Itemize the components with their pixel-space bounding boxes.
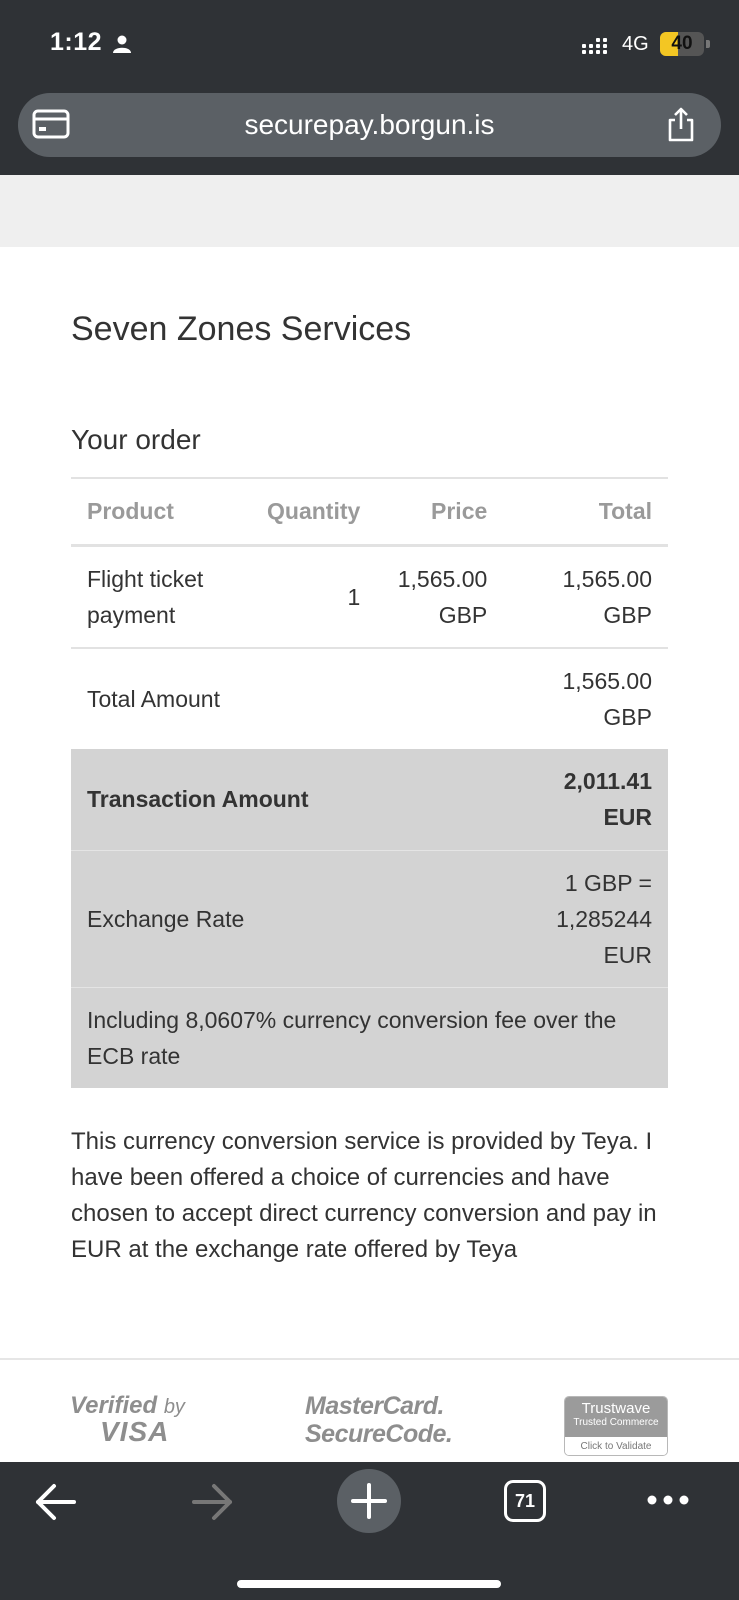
back-arrow-icon[interactable] [34,1480,78,1524]
status-time: 1:12 [50,28,103,56]
url-text[interactable]: securepay.borgun.is [18,93,721,157]
item-total: 1,565.00 GBP [503,545,668,649]
trustwave-validate-link[interactable]: Click to Validate [565,1437,667,1455]
order-table-header: Product Quantity Price Total [71,477,668,547]
home-indicator[interactable] [237,1580,501,1588]
column-header-quantity: Quantity [251,477,377,547]
browser-top-chrome: 1:12 4G 40 securepay.borgun.is [0,0,739,175]
transaction-amount-row: Transaction Amount 2,011.41 EUR [71,749,668,851]
address-bar[interactable]: securepay.borgun.is [18,93,721,157]
battery-icon: 40 [660,32,704,56]
footer-divider [0,1358,739,1360]
plus-icon [351,1483,387,1519]
table-row: Flight ticket payment 1 1,565.00 GBP 1,5… [71,545,668,649]
conversion-fee-row: Including 8,0607% currency conversion fe… [71,987,668,1088]
merchant-name: Seven Zones Services [71,310,412,348]
more-options-icon[interactable] [646,1488,690,1512]
dcc-disclaimer: This currency conversion service is prov… [71,1128,657,1263]
column-header-total: Total [503,477,668,547]
cellular-signal-icon [582,38,607,54]
verified-by-visa-logo: Verified by VISA [70,1392,185,1447]
exchange-rate-row: Exchange Rate 1 GBP = 1,285244 EUR [71,850,668,988]
total-amount-value: 1,565.00 GBP [562,668,652,730]
page-header-band [0,175,739,247]
battery-percent: 40 [671,33,693,54]
battery-tip [706,40,710,48]
new-tab-button[interactable] [337,1469,401,1533]
status-bar: 1:12 4G 40 [0,0,739,88]
exchange-rate-label: Exchange Rate [71,850,377,988]
column-header-product: Product [71,477,251,547]
order-table: Product Quantity Price Total Flight tick… [71,477,668,1088]
browser-bottom-toolbar: 71 [0,1462,739,1600]
mastercard-securecode-logo: MasterCard. SecureCode. [305,1392,453,1448]
forward-arrow-icon[interactable] [190,1480,234,1524]
total-amount-label: Total Amount [87,686,220,712]
order-heading: Your order [71,424,201,455]
conversion-fee-note: Including 8,0607% currency conversion fe… [71,987,668,1088]
item-price: 1,565.00 GBP [376,545,504,649]
person-icon [113,35,131,53]
exchange-rate-value: 1 GBP = 1,285244 EUR [503,850,668,988]
tab-switcher-button[interactable]: 71 [504,1480,546,1522]
item-quantity: 1 [251,545,377,649]
total-amount-row: Total Amount 1,565.00 GBP [71,648,668,749]
trustwave-seal[interactable]: Trustwave Trusted Commerce Click to Vali… [564,1396,668,1456]
transaction-amount-label: Transaction Amount [71,749,377,851]
column-header-price: Price [376,477,504,547]
transaction-amount-value: 2,011.41 EUR [503,749,668,851]
network-type: 4G [622,33,649,55]
item-product: Flight ticket payment [71,545,251,649]
share-icon[interactable] [665,107,697,143]
